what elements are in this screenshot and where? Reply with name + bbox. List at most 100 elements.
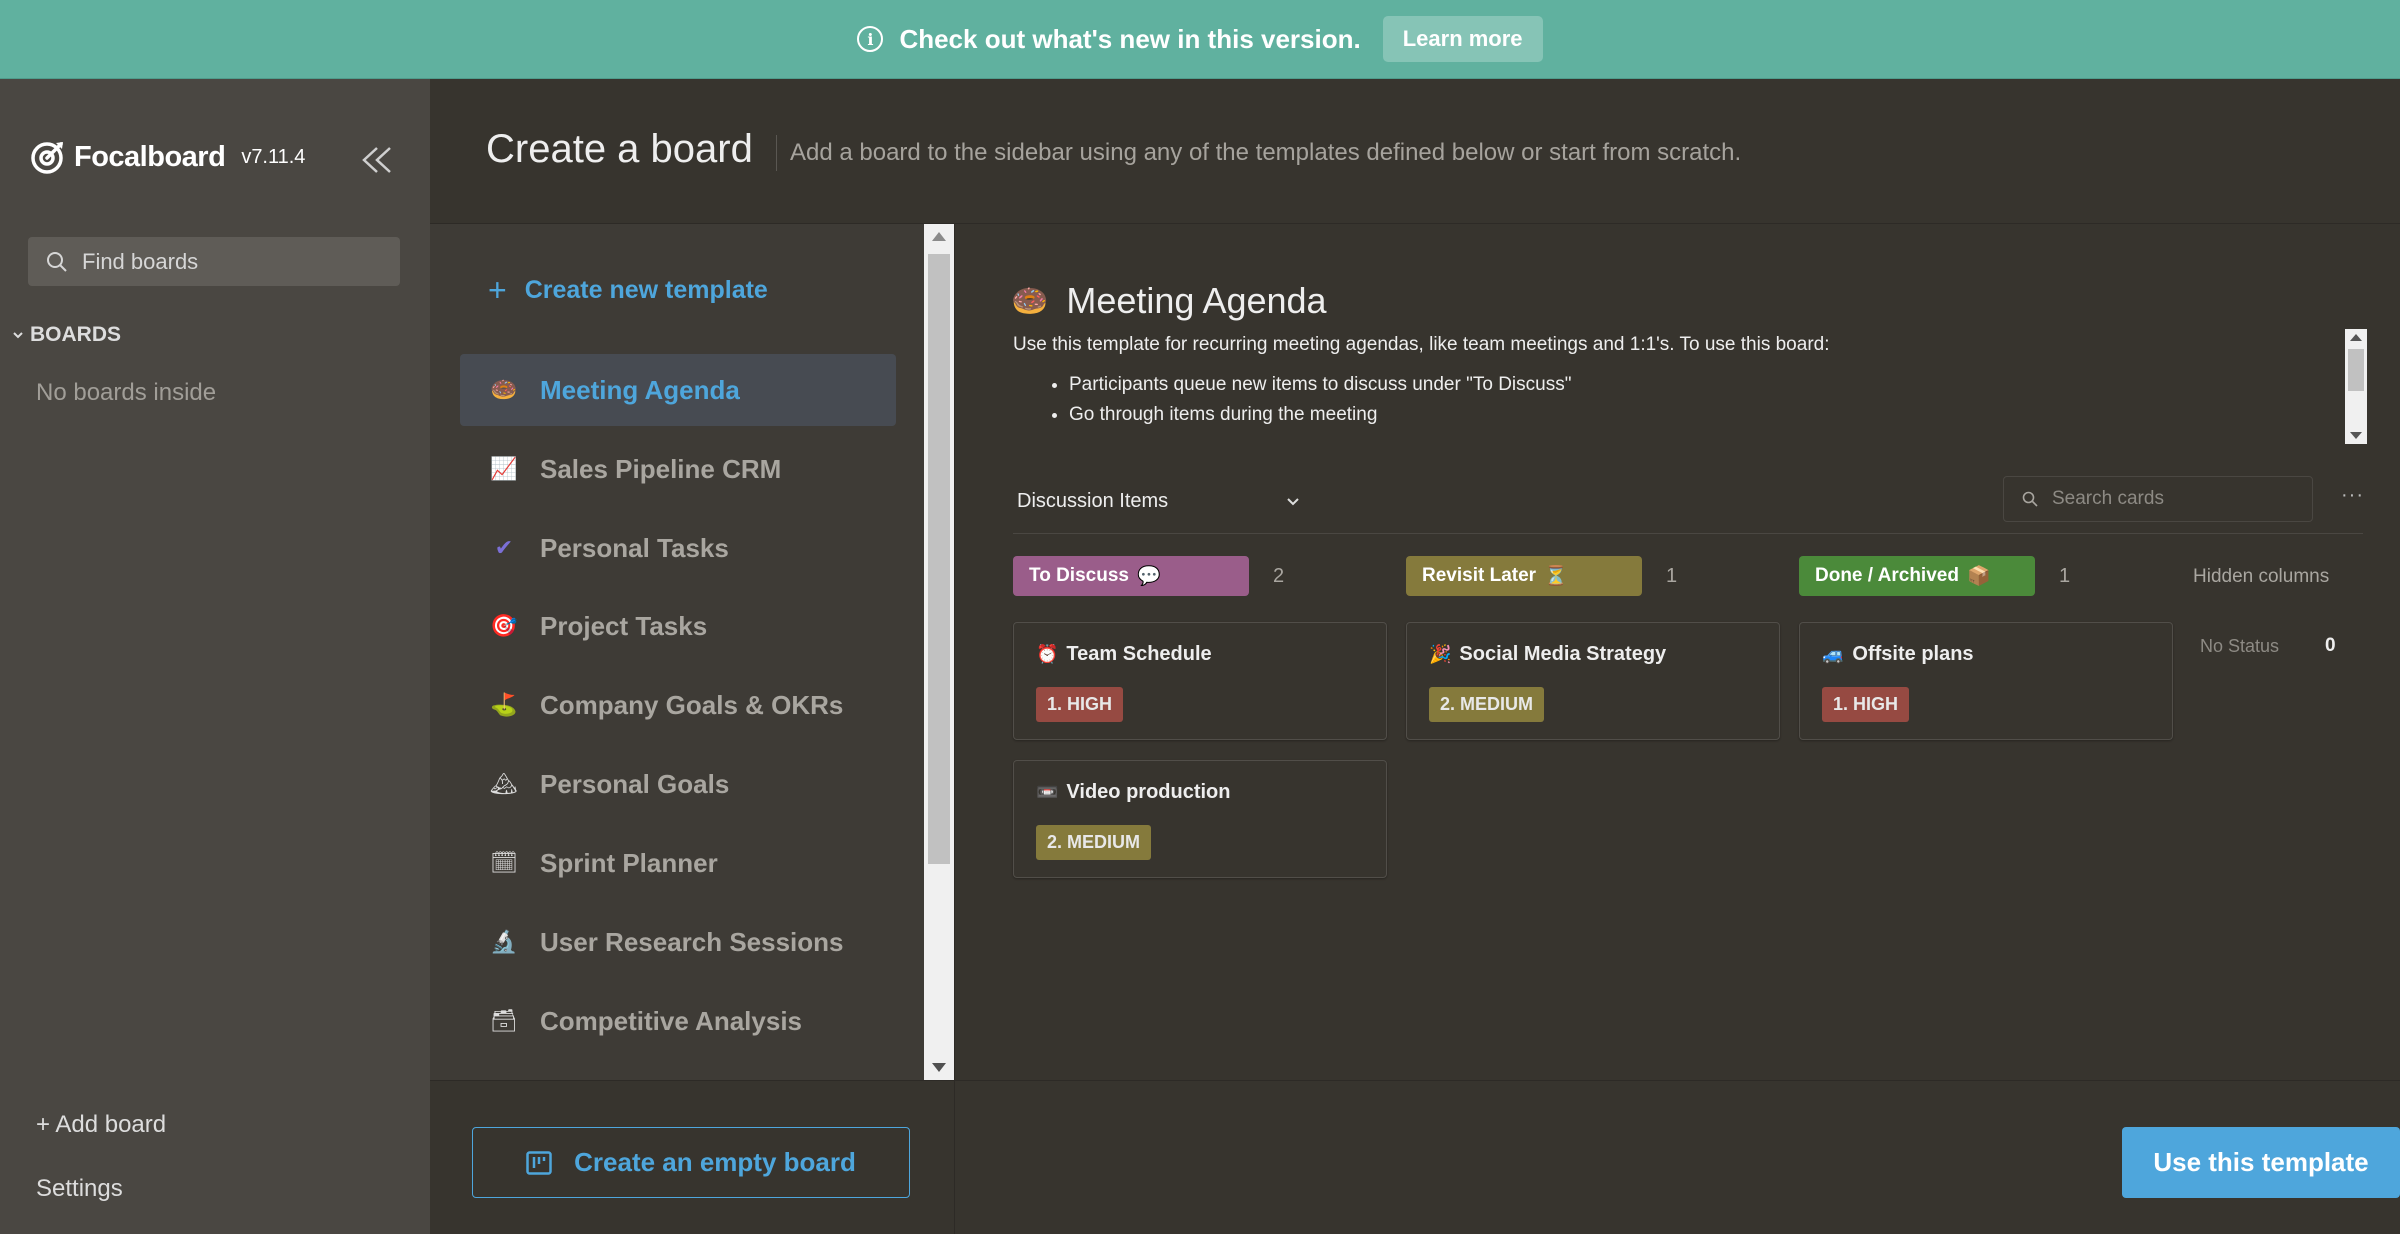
- find-boards-input[interactable]: Find boards: [28, 237, 400, 286]
- donut-icon: 🍩: [490, 377, 518, 402]
- chevron-down-icon: [1287, 497, 1299, 505]
- scrollbar-thumb[interactable]: [928, 254, 950, 864]
- template-label: User Research Sessions: [540, 926, 844, 957]
- no-status-label: No Status: [2200, 635, 2280, 656]
- app-name: Focalboard: [74, 140, 226, 173]
- card-offsite-plans[interactable]: 🚙 Offsite plans 1. HIGH: [1799, 622, 2173, 740]
- template-label: Personal Tasks: [540, 532, 729, 563]
- alarm-clock-icon: ⏰: [1036, 644, 1059, 664]
- hidden-column-no-status[interactable]: No Status 0: [2200, 635, 2336, 657]
- description-bullet: Participants queue new items to discuss …: [1069, 374, 2313, 396]
- board-icon: [526, 1150, 552, 1175]
- template-item-project-tasks[interactable]: 🎯 Project Tasks: [460, 590, 896, 662]
- description-bullet: Go through items during the meeting: [1069, 404, 2313, 426]
- column-count: 2: [1273, 564, 1285, 587]
- golf-flag-icon: ⛳: [490, 692, 518, 717]
- column-header-done-archived[interactable]: Done / Archived 📦 1: [1799, 556, 2070, 596]
- create-empty-board-button[interactable]: Create an empty board: [472, 1127, 910, 1198]
- template-label: Company Goals & OKRs: [540, 689, 844, 720]
- boards-section-label: BOARDS: [30, 323, 122, 346]
- template-item-sprint-planner[interactable]: 🗓 Sprint Planner: [460, 827, 896, 899]
- column-header-to-discuss[interactable]: To Discuss 💬 2: [1013, 556, 1284, 596]
- chart-increasing-icon: 📈: [490, 456, 518, 481]
- column-label-pill: Revisit Later ⏳: [1406, 556, 1642, 596]
- plus-icon: +: [488, 272, 507, 308]
- template-item-sales-pipeline-crm[interactable]: 📈 Sales Pipeline CRM: [460, 433, 896, 505]
- column-header-revisit-later[interactable]: Revisit Later ⏳ 1: [1406, 556, 1677, 596]
- search-icon: [2022, 491, 2038, 507]
- template-list: + Create new template 🍩 Meeting Agenda 📈…: [430, 224, 924, 1080]
- search-cards-input[interactable]: Search cards: [2003, 476, 2313, 522]
- add-board-button[interactable]: + Add board: [36, 1111, 166, 1139]
- template-item-meeting-agenda[interactable]: 🍩 Meeting Agenda: [460, 354, 896, 426]
- scroll-up-arrow-icon[interactable]: [2350, 334, 2362, 341]
- column-count: 1: [2059, 564, 2071, 587]
- page-header: Create a board Add a board to the sideba…: [430, 79, 2400, 224]
- column-label-pill: Done / Archived 📦: [1799, 556, 2035, 596]
- scroll-down-arrow-icon[interactable]: [932, 1063, 946, 1072]
- card-team-schedule[interactable]: ⏰ Team Schedule 1. HIGH: [1013, 622, 1387, 740]
- template-list-footer: Create an empty board: [430, 1080, 954, 1234]
- card-title-text: Video production: [1066, 781, 1231, 803]
- create-new-template-label: Create new template: [524, 276, 768, 304]
- donut-icon: 🍩: [1011, 284, 1049, 318]
- template-item-user-research-sessions[interactable]: 🔬 User Research Sessions: [460, 906, 896, 978]
- template-label: Sprint Planner: [540, 847, 718, 878]
- collapse-sidebar-icon[interactable]: [360, 145, 394, 175]
- more-options-icon[interactable]: ···: [2341, 484, 2364, 507]
- column-label: Done / Archived: [1815, 565, 1959, 586]
- sidebar: Focalboard v7.11.4 Find boards BOARDS No…: [0, 79, 430, 1234]
- template-label: Meeting Agenda: [540, 374, 740, 405]
- boards-section-header[interactable]: BOARDS: [12, 323, 121, 347]
- card-social-media-strategy[interactable]: 🎉 Social Media Strategy 2. MEDIUM: [1406, 622, 1780, 740]
- column-label-pill: To Discuss 💬: [1013, 556, 1249, 596]
- settings-button[interactable]: Settings: [36, 1175, 123, 1203]
- card-title: 🚙 Offsite plans: [1822, 643, 1974, 666]
- announcement-banner: i Check out what's new in this version. …: [0, 0, 2400, 79]
- car-icon: 🚙: [1822, 644, 1845, 664]
- create-new-template-button[interactable]: + Create new template: [488, 272, 768, 309]
- info-icon: i: [857, 26, 884, 52]
- template-label: Sales Pipeline CRM: [540, 453, 782, 484]
- card-video-production[interactable]: 📼 Video production 2. MEDIUM: [1013, 760, 1387, 878]
- use-this-template-button[interactable]: Use this template: [2122, 1127, 2400, 1198]
- template-item-competitive-analysis[interactable]: 🗃 Competitive Analysis: [460, 985, 896, 1057]
- preview-title-text: Meeting Agenda: [1066, 280, 1327, 321]
- no-boards-text: No boards inside: [36, 379, 217, 406]
- template-item-personal-tasks[interactable]: ✔ Personal Tasks: [460, 512, 896, 584]
- videocassette-icon: 📼: [1036, 782, 1059, 802]
- view-toolbar: Discussion Items Search cards ···: [1013, 474, 2363, 534]
- template-item-company-goals-okrs[interactable]: ⛳ Company Goals & OKRs: [460, 669, 896, 741]
- learn-more-button[interactable]: Learn more: [1382, 16, 1543, 62]
- card-title: 🎉 Social Media Strategy: [1429, 643, 1666, 666]
- search-cards-placeholder: Search cards: [2052, 488, 2164, 509]
- search-icon: [47, 251, 67, 272]
- preview-footer: Use this template: [954, 1080, 2400, 1234]
- column-label: Revisit Later: [1422, 565, 1537, 586]
- column-count: 1: [1666, 564, 1678, 587]
- page-subtitle: Add a board to the sidebar using any of …: [790, 139, 1742, 166]
- speech-bubble-icon: 💬: [1136, 566, 1161, 587]
- find-boards-placeholder: Find boards: [82, 248, 199, 274]
- template-label: Personal Goals: [540, 768, 730, 799]
- description-scrollbar[interactable]: [2345, 329, 2367, 444]
- mountain-icon: 🏔: [490, 771, 518, 796]
- view-name: Discussion Items: [1017, 490, 1169, 512]
- priority-badge: 1. HIGH: [1822, 687, 1910, 722]
- calendar-icon: 🗓: [490, 850, 518, 875]
- no-status-count: 0: [2325, 635, 2336, 656]
- preview-title: 🍩 Meeting Agenda: [1011, 280, 1327, 322]
- checkmark-icon: ✔: [494, 535, 514, 560]
- priority-badge: 2. MEDIUM: [1036, 825, 1152, 860]
- app-version: v7.11.4: [241, 145, 306, 168]
- package-icon: 📦: [1966, 566, 1991, 587]
- card-title-text: Team Schedule: [1066, 643, 1212, 665]
- scroll-up-arrow-icon[interactable]: [932, 232, 946, 241]
- scroll-down-arrow-icon[interactable]: [2350, 432, 2362, 439]
- template-item-personal-goals[interactable]: 🏔 Personal Goals: [460, 748, 896, 820]
- view-selector[interactable]: Discussion Items: [1017, 490, 1300, 513]
- template-list-scrollbar[interactable]: [924, 224, 954, 1080]
- scrollbar-thumb[interactable]: [2348, 349, 2364, 391]
- hourglass-icon: ⏳: [1544, 566, 1568, 587]
- template-preview: 🍩 Meeting Agenda Use this template for r…: [954, 224, 2400, 1080]
